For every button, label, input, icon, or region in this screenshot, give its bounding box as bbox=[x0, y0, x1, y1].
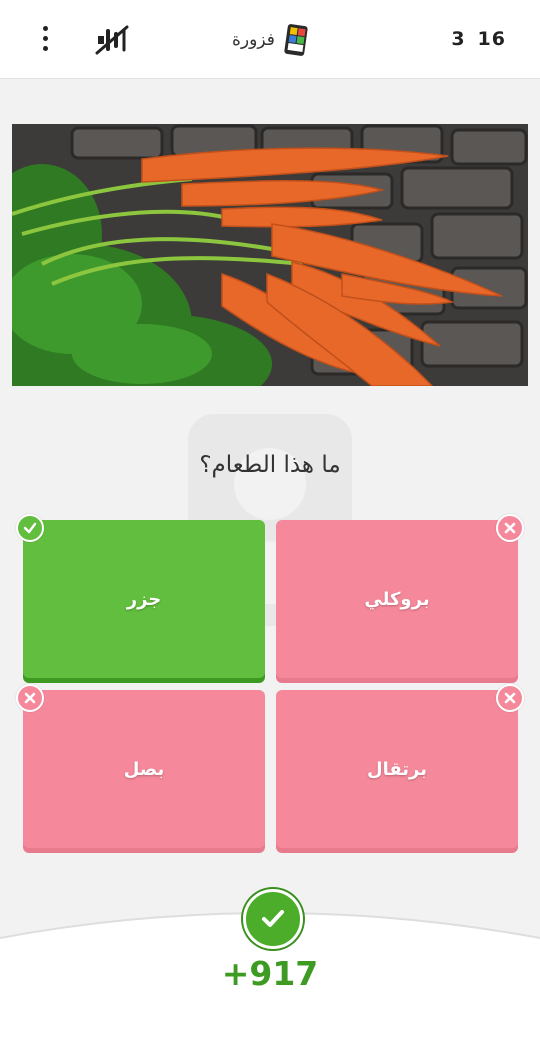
score-round: 3 bbox=[451, 28, 466, 50]
answer-option-2[interactable]: بروكلي bbox=[276, 520, 518, 678]
points-earned: +917 bbox=[221, 954, 319, 993]
question-text: ما هذا الطعام؟ bbox=[199, 452, 341, 478]
answer-label: جزر bbox=[126, 588, 162, 610]
answer-option-4[interactable]: برتقال bbox=[276, 690, 518, 848]
correct-check-icon bbox=[16, 514, 44, 542]
top-bar: فزورة 3 16 bbox=[0, 0, 540, 79]
result-check-icon bbox=[243, 889, 303, 949]
wrong-x-icon bbox=[496, 514, 524, 542]
question-image bbox=[12, 124, 528, 386]
more-options-icon[interactable] bbox=[34, 26, 56, 54]
sound-off-icon[interactable] bbox=[94, 24, 130, 56]
wrong-x-icon bbox=[496, 684, 524, 712]
score-display: 3 16 bbox=[439, 28, 506, 50]
app-title: فزورة bbox=[232, 22, 309, 58]
answer-option-1[interactable]: جزر bbox=[23, 520, 265, 678]
answer-label: برتقال bbox=[366, 758, 428, 780]
app-logo-icon bbox=[284, 24, 308, 56]
answer-option-3[interactable]: بصل bbox=[23, 690, 265, 848]
wrong-x-icon bbox=[16, 684, 44, 712]
answer-label: بصل bbox=[123, 758, 165, 780]
score-total: 16 bbox=[477, 28, 506, 50]
app-title-text: فزورة bbox=[232, 30, 275, 50]
answer-label: بروكلي bbox=[364, 588, 430, 610]
